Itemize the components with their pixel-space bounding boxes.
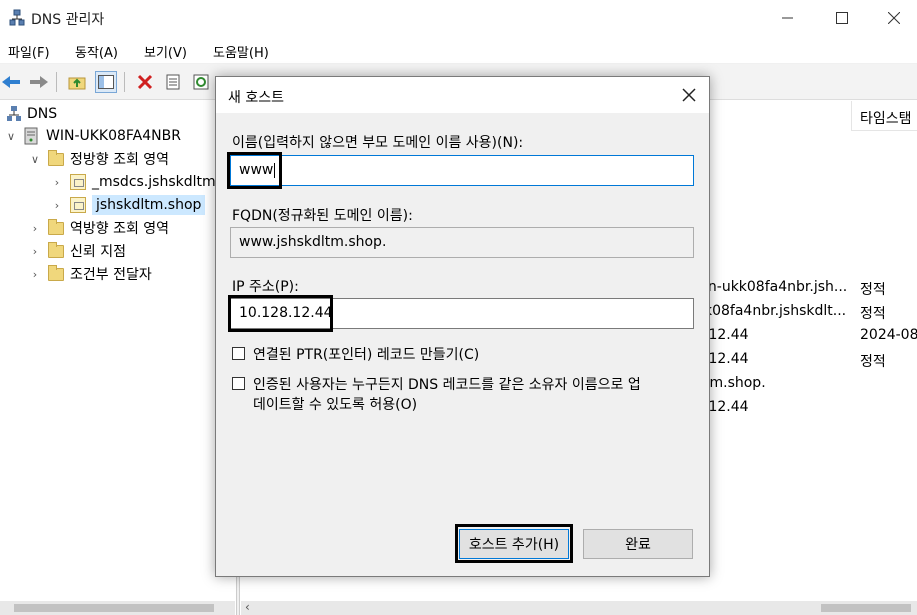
list-horizontal-scrollbar[interactable]: ‹ [241,600,917,615]
refresh-icon [193,74,209,90]
tree-label-forward-zones: 정방향 조회 영역 [70,152,170,168]
folder-icon [48,241,64,258]
tree-label-zone-main: jshskdltm.shop [92,195,206,215]
properties-icon [166,74,180,90]
close-icon [682,88,696,102]
tree-node-dns[interactable]: DNS [6,103,57,125]
done-button[interactable]: 완료 [583,529,693,559]
tree-node-zone-main[interactable]: › jshskdltm.shop [50,194,206,216]
dns-manager-icon [9,9,25,27]
forward-arrow-icon [30,76,48,88]
ip-label: IP 주소(P): [232,279,299,295]
zone-icon [70,174,86,190]
menu-view[interactable]: 보기(V) [144,42,187,61]
server-icon [24,127,38,145]
chevron-right-icon[interactable]: › [50,199,64,212]
new-host-dialog: 새 호스트 이름(입력하지 않으면 부모 도메인 이름 사용)(N): www … [215,76,710,577]
tree-node-server[interactable]: ∨ WIN-UKK08FA4NBR [4,125,181,147]
menu-help[interactable]: 도움말(H) [213,42,269,61]
forward-button[interactable] [28,71,50,93]
tree-label-server: WIN-UKK08FA4NBR [46,128,181,144]
scroll-left-icon[interactable]: ‹ [245,600,250,614]
chevron-down-icon[interactable]: ∨ [28,153,42,166]
window-title: DNS 관리자 [31,12,105,28]
dialog-titlebar: 새 호스트 [216,77,709,113]
tree-label-conditional-forwarders: 조건부 전달자 [70,267,152,283]
zone-icon [70,197,86,213]
tree-node-forward-zones[interactable]: ∨ 정방향 조회 영역 [28,148,169,170]
tree-node-conditional-forwarders[interactable]: › 조건부 전달자 [28,263,152,285]
folder-up-icon [68,77,86,90]
refresh-button[interactable] [190,71,212,93]
chevron-right-icon[interactable]: › [50,176,64,189]
close-icon [888,12,900,24]
record-data: in-ukk08fa4nbr.jsh... [704,279,848,295]
menu-action[interactable]: 동작(A) [75,42,118,61]
record-timestamp: 2024-08 [860,327,917,343]
scrollbar-thumb[interactable] [14,604,214,612]
close-button[interactable] [871,4,917,32]
add-host-highlight-box [455,524,573,563]
fqdn-field: www.jshskdltm.shop. [230,227,694,258]
scrollbar-thumb[interactable] [821,604,911,612]
tree-node-trust-points[interactable]: › 신뢰 지점 [28,240,126,262]
properties-button[interactable] [162,71,184,93]
back-button[interactable] [0,71,22,93]
folder-icon [48,149,64,166]
delete-button[interactable] [134,71,156,93]
auth-update-checkbox[interactable] [232,377,245,390]
window-titlebar: DNS 관리자 [0,0,917,36]
record-timestamp: 정적 [860,282,886,298]
delete-icon [137,74,153,90]
up-folder-button[interactable] [66,71,88,93]
menu-file[interactable]: 파일(F) [8,42,50,61]
record-data: .12.44 [704,399,749,415]
tree-label-dns: DNS [27,106,58,122]
dialog-title: 새 호스트 [228,90,284,106]
chevron-right-icon[interactable]: › [28,222,42,235]
maximize-icon [836,12,848,24]
minimize-button[interactable] [765,4,811,32]
chevron-right-icon[interactable]: › [28,268,42,281]
ptr-checkbox-label[interactable]: 연결된 PTR(포인터) 레코드 만들기(C) [253,344,479,364]
tree-label-trust-points: 신뢰 지점 [70,244,126,260]
fqdn-label: FQDN(정규화된 도메인 이름): [232,208,413,224]
chevron-down-icon[interactable]: ∨ [4,130,18,143]
maximize-button[interactable] [819,4,865,32]
auth-update-label-line2[interactable]: 데이트할 수 있도록 허용(O) [253,394,417,414]
record-data: tm.shop. [704,375,766,391]
folder-icon [48,218,64,235]
dialog-close-button[interactable] [671,81,707,109]
column-header-timestamp[interactable]: 타임스탬 [851,101,917,131]
auth-update-label-line1[interactable]: 인증된 사용자는 누구든지 DNS 레코드를 같은 소유자 이름으로 업 [253,374,641,394]
tree-horizontal-scrollbar[interactable] [0,601,235,615]
console-tree-icon [98,75,114,89]
dns-icon [7,106,21,121]
tree-label-zone-msdcs: _msdcs.jshskdltm. [92,174,221,190]
name-label: 이름(입력하지 않으면 부모 도메인 이름 사용)(N): [232,135,524,151]
tree-label-reverse-zones: 역방향 조회 영역 [70,221,170,237]
back-arrow-icon [2,76,20,88]
record-data: .12.44 [704,327,749,343]
record-timestamp: 정적 [860,354,886,370]
folder-icon [48,264,64,281]
console-tree: DNS ∨ WIN-UKK08FA4NBR ∨ 정방향 조회 영역 › _msd… [0,101,235,601]
ip-highlight-box [228,295,333,332]
record-timestamp: 정적 [860,306,886,322]
tree-node-zone-msdcs[interactable]: › _msdcs.jshskdltm. [50,171,220,193]
tree-node-reverse-zones[interactable]: › 역방향 조회 영역 [28,217,169,239]
record-data: k08fa4nbr.jshskdlt... [704,303,847,319]
ptr-checkbox[interactable] [232,347,245,360]
record-data: .12.44 [704,351,749,367]
show-hide-console-tree-button[interactable] [95,71,117,93]
minimize-icon [782,17,793,19]
name-input[interactable]: www [230,155,694,186]
chevron-right-icon[interactable]: › [28,245,42,258]
name-highlight-box [227,152,282,189]
menu-bar: 파일(F) 동작(A) 보기(V) 도움말(H) [0,36,917,64]
